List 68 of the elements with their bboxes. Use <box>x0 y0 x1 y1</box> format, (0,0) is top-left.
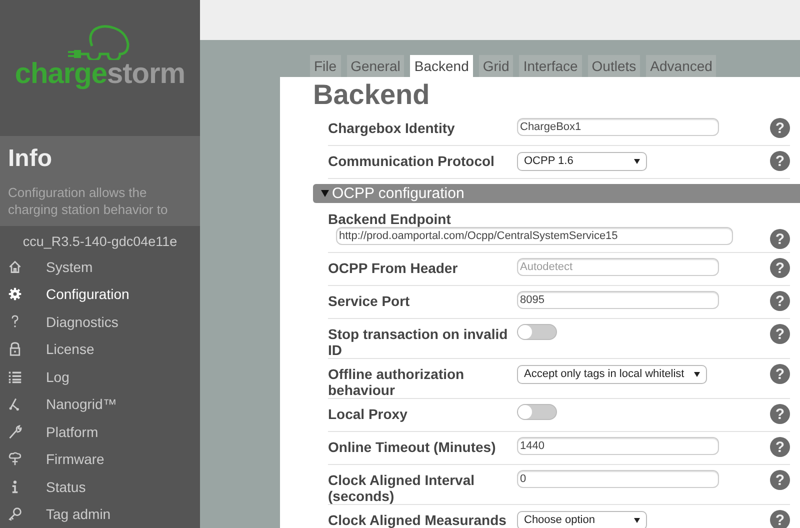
field-label: Chargebox Identity <box>328 119 456 136</box>
field-label: Clock Aligned Interval (seconds) <box>328 471 476 504</box>
help-icon[interactable]: ? <box>770 404 790 424</box>
dropdown[interactable]: Choose option <box>517 510 647 528</box>
tab[interactable]: Backend <box>410 55 473 77</box>
info-title: Info <box>8 144 53 174</box>
nav-icon <box>8 370 22 384</box>
caret-icon <box>634 518 640 522</box>
nav-icon <box>8 452 22 466</box>
sidebar-item[interactable]: Diagnostics <box>0 308 200 336</box>
sidebar-item[interactable]: System <box>0 253 200 281</box>
help-icon[interactable]: ? <box>770 229 790 249</box>
field-label: Clock Aligned Measurands <box>328 511 508 528</box>
nav-icon <box>8 507 22 522</box>
dropdown[interactable]: Accept only tags in local whitelist <box>517 364 708 384</box>
tab[interactable]: Interface <box>519 55 582 77</box>
help-icon[interactable]: ? <box>770 324 790 344</box>
caret-icon <box>694 372 700 376</box>
tab[interactable]: File <box>310 55 341 77</box>
tab[interactable]: Advanced <box>646 55 716 77</box>
field-label: Backend Endpoint <box>328 210 452 227</box>
text-field[interactable]: ChargeBox1 <box>517 118 719 136</box>
toggle-switch[interactable] <box>517 324 557 340</box>
nav-icon <box>8 287 22 302</box>
field-label: Stop transaction on invalid ID <box>328 325 509 358</box>
sidebar-item[interactable]: Status <box>0 473 200 500</box>
help-icon[interactable]: ? <box>770 258 790 278</box>
logo-text: chargestorm <box>14 58 186 91</box>
section-header[interactable]: OCPP configuration <box>313 184 800 203</box>
caret-icon <box>634 158 640 164</box>
field-label: OCPP From Header <box>328 259 459 276</box>
field-label: Offline authorization behaviour <box>328 365 466 398</box>
text-field[interactable]: Autodetect <box>517 258 719 276</box>
sidebar-item[interactable]: License <box>0 336 200 364</box>
page-title: Backend <box>313 79 431 111</box>
sidebar-item[interactable]: Configuration <box>0 280 200 308</box>
sidebar-item[interactable]: Firmware <box>0 446 200 474</box>
tab[interactable]: General <box>346 55 404 77</box>
help-icon[interactable]: ? <box>770 151 790 171</box>
field-label: Local Proxy <box>328 405 408 422</box>
text-field[interactable]: http://prod.oamportal.com/Ocpp/CentralSystemService15 <box>336 227 733 245</box>
text-field[interactable]: 1440 <box>517 437 719 455</box>
help-icon[interactable]: ? <box>770 118 790 138</box>
sidebar-item[interactable]: Platform <box>0 418 200 446</box>
field-label: Communication Protocol <box>328 152 496 169</box>
nav-icon <box>8 342 22 356</box>
field-label: Online Timeout (Minutes) <box>328 438 497 455</box>
field-label: Service Port <box>328 292 411 309</box>
sidebar-item[interactable]: Tag admin <box>0 500 200 528</box>
help-icon[interactable]: ? <box>770 470 790 490</box>
toggle-switch[interactable] <box>517 404 557 420</box>
sidebar-item[interactable]: Nanogrid™ <box>0 390 200 418</box>
text-field[interactable]: 8095 <box>517 291 719 309</box>
sidebar-item[interactable]: Log <box>0 363 200 391</box>
dropdown[interactable]: OCPP 1.6 <box>517 152 647 170</box>
tab[interactable]: Grid <box>478 55 514 77</box>
text-field[interactable]: 0 <box>517 470 719 488</box>
tab[interactable]: Outlets <box>588 55 640 77</box>
info-description: Configuration allows the charging station behavior to <box>8 184 169 218</box>
help-icon[interactable]: ? <box>770 364 790 384</box>
nav-icon <box>8 424 22 439</box>
triangle-icon <box>321 190 329 197</box>
nav-icon <box>8 397 22 412</box>
nav-icon <box>8 260 22 274</box>
help-icon[interactable]: ? <box>770 510 790 528</box>
help-icon[interactable]: ? <box>770 437 790 457</box>
version-text: ccu_R3.5-140-gdc04e11e <box>22 234 178 250</box>
help-icon[interactable]: ? <box>770 291 790 311</box>
